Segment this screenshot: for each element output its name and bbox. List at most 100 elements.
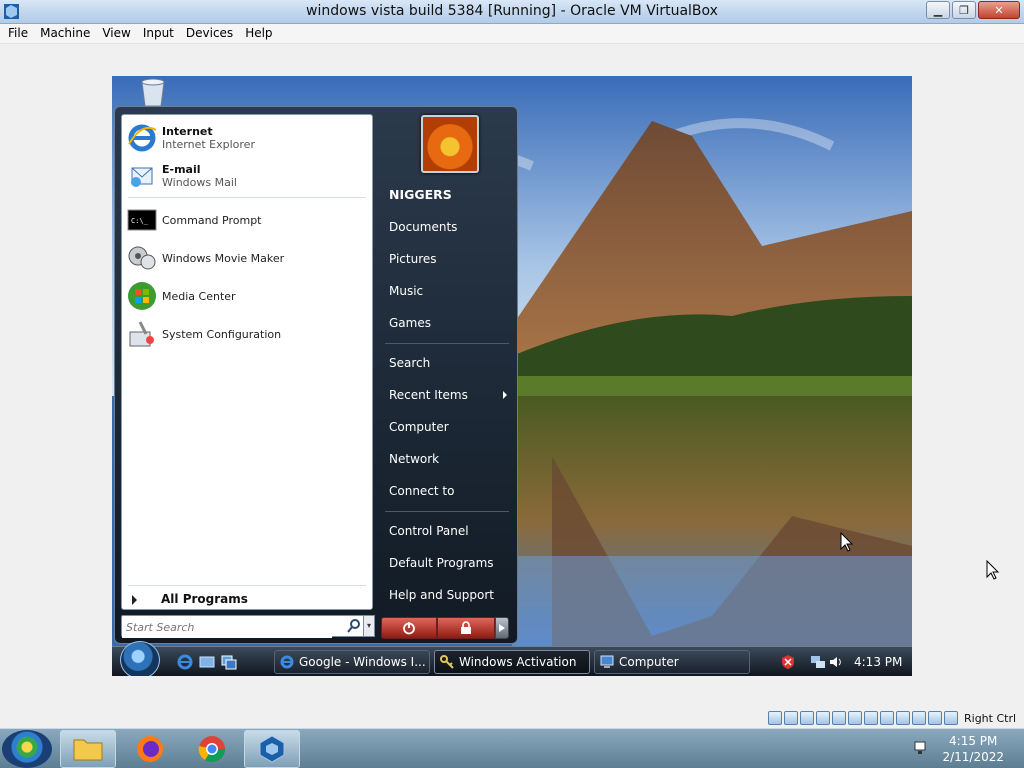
taskbar-firefox[interactable]: [122, 730, 178, 768]
menu-devices[interactable]: Devices: [180, 24, 239, 43]
host-start-button[interactable]: [2, 730, 52, 768]
shared-folders-icon[interactable]: [848, 711, 862, 725]
optical-drive-icon[interactable]: [784, 711, 798, 725]
taskbar-file-explorer[interactable]: [60, 730, 116, 768]
power-button[interactable]: [381, 617, 437, 639]
host-title-bar[interactable]: windows vista build 5384 [Running] - Ora…: [0, 0, 1024, 24]
task-windows-activation[interactable]: Windows Activation: [434, 650, 590, 674]
security-alert-icon[interactable]: [780, 654, 796, 670]
search-dropdown-button[interactable]: ▾: [363, 615, 375, 637]
virtualbox-icon: [259, 735, 285, 763]
lock-button[interactable]: [437, 617, 495, 639]
recent-movie-maker[interactable]: Windows Movie Maker: [126, 241, 370, 275]
pinned-email[interactable]: E-mail Windows Mail: [126, 159, 370, 193]
places-connect-to[interactable]: Connect to: [389, 484, 454, 498]
recycle-bin-icon[interactable]: [136, 78, 170, 108]
places-documents[interactable]: Documents: [389, 220, 457, 234]
video-capture-icon[interactable]: [880, 711, 894, 725]
user-name-link[interactable]: NIGGERS: [389, 187, 452, 202]
menu-machine[interactable]: Machine: [34, 24, 96, 43]
display-icon[interactable]: [864, 711, 878, 725]
close-button[interactable]: ✕: [978, 1, 1020, 19]
pinned-separator: [128, 197, 366, 198]
cpu-icon[interactable]: [896, 711, 910, 725]
vm-screen[interactable]: Internet Internet Explorer E-mail Windows …: [112, 76, 912, 676]
menu-help[interactable]: Help: [239, 24, 278, 43]
taskbar-virtualbox[interactable]: [244, 730, 300, 768]
start-search-input[interactable]: [122, 617, 332, 638]
user-picture-avatar[interactable]: [421, 115, 479, 173]
places-separator-1: [385, 343, 509, 344]
host-mouse-cursor-icon: [986, 560, 1000, 580]
start-orb-button[interactable]: [120, 641, 160, 676]
taskbar-chrome[interactable]: [184, 730, 240, 768]
lock-icon: [461, 621, 471, 634]
menu-view[interactable]: View: [96, 24, 136, 43]
places-control-panel[interactable]: Control Panel: [389, 524, 469, 538]
movie-maker-icon: [128, 246, 156, 270]
places-games[interactable]: Games: [389, 316, 431, 330]
hard-disk-icon[interactable]: [768, 711, 782, 725]
vm-taskbar: Google - Windows I... Windows Activation…: [112, 641, 912, 676]
pinned-internet[interactable]: Internet Internet Explorer: [126, 121, 370, 155]
minimize-button[interactable]: ▁: [926, 1, 950, 19]
task-google-windows[interactable]: Google - Windows I...: [274, 650, 430, 674]
usb-icon[interactable]: [832, 711, 846, 725]
places-computer[interactable]: Computer: [389, 420, 449, 434]
menu-file[interactable]: File: [2, 24, 34, 43]
chevron-right-icon: [499, 624, 505, 632]
search-icon[interactable]: [346, 618, 362, 634]
chevron-right-icon: [503, 391, 507, 399]
places-separator-2: [385, 511, 509, 512]
host-clock[interactable]: 4:15 PM 2/11/2022: [942, 733, 1004, 765]
svg-text:C:\_: C:\_: [131, 217, 149, 225]
start-menu: Internet Internet Explorer E-mail Windows …: [114, 106, 518, 644]
task-label: Computer: [619, 655, 679, 669]
recent-media-center-label: Media Center: [162, 289, 236, 303]
virtualbox-status-bar: Right Ctrl: [768, 709, 1024, 727]
audio-icon[interactable]: [800, 711, 814, 725]
vm-system-tray: 4:13 PM: [776, 650, 912, 674]
system-configuration-icon: [129, 321, 154, 347]
switch-windows-icon[interactable]: [220, 653, 238, 671]
pinned-email-title: E-mail: [162, 163, 201, 176]
start-search-box[interactable]: [121, 615, 367, 638]
guest-additions-icon[interactable]: [912, 711, 926, 725]
power-controls: [381, 617, 513, 639]
network-adapter-icon[interactable]: [816, 711, 830, 725]
show-desktop-icon[interactable]: [198, 653, 216, 671]
recent-system-configuration[interactable]: System Configuration: [126, 317, 370, 351]
restore-button[interactable]: ❐: [952, 1, 976, 19]
host-menubar: File Machine View Input Devices Help: [0, 24, 1024, 44]
recent-system-configuration-label: System Configuration: [162, 327, 282, 341]
task-label: Google - Windows I...: [299, 655, 426, 669]
internet-explorer-icon: [280, 655, 294, 669]
places-pictures[interactable]: Pictures: [389, 252, 437, 266]
volume-icon[interactable]: [828, 654, 844, 670]
chrome-icon: [198, 736, 226, 763]
vm-clock[interactable]: 4:13 PM: [854, 655, 902, 669]
all-programs-button[interactable]: All Programs: [132, 592, 248, 606]
window-title: windows vista build 5384 [Running] - Ora…: [306, 3, 718, 19]
places-network[interactable]: Network: [389, 452, 439, 466]
places-recent-items[interactable]: Recent Items: [389, 388, 513, 402]
menu-input[interactable]: Input: [137, 24, 180, 43]
task-computer[interactable]: Computer: [594, 650, 750, 674]
mouse-integration-icon[interactable]: [928, 711, 942, 725]
windows-mail-icon: [131, 167, 153, 187]
places-default-programs[interactable]: Default Programs: [389, 556, 494, 570]
pinned-internet-subtitle: Internet Explorer: [162, 138, 255, 151]
network-icon[interactable]: [914, 741, 930, 755]
places-help-support[interactable]: Help and Support: [389, 588, 494, 602]
file-explorer-icon: [73, 739, 103, 761]
host-taskbar: 4:15 PM 2/11/2022: [0, 728, 1024, 768]
places-music[interactable]: Music: [389, 284, 423, 298]
shutdown-options-button[interactable]: [495, 617, 509, 639]
places-search[interactable]: Search: [389, 356, 430, 370]
keyboard-capture-icon[interactable]: [944, 711, 958, 725]
internet-explorer-icon[interactable]: [176, 653, 194, 671]
places-recent-items-label: Recent Items: [389, 388, 468, 402]
recent-command-prompt[interactable]: C:\_ Command Prompt: [126, 203, 370, 237]
network-icon[interactable]: [810, 654, 826, 670]
recent-media-center[interactable]: Media Center: [126, 279, 370, 313]
